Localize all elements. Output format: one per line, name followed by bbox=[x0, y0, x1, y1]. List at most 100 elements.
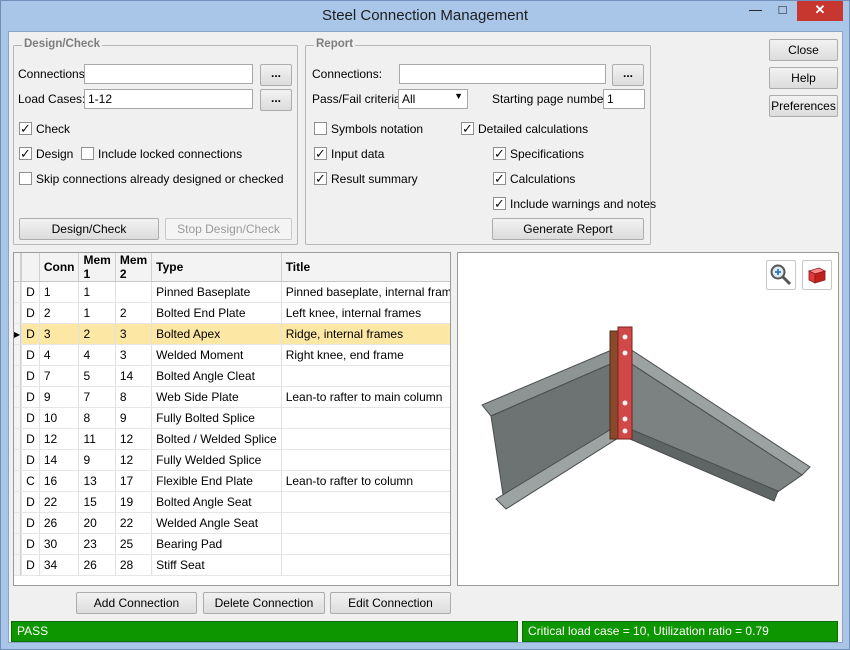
conn-cell[interactable]: 30 bbox=[39, 533, 80, 555]
type-cell[interactable]: Bolted Angle Cleat bbox=[151, 365, 282, 387]
3d-viewer[interactable] bbox=[457, 252, 839, 586]
specifications-checkbox[interactable]: ✓ bbox=[493, 147, 506, 160]
type-cell[interactable]: Web Side Plate bbox=[151, 386, 282, 408]
title-cell[interactable] bbox=[281, 491, 450, 513]
mem2-cell[interactable]: 22 bbox=[115, 512, 153, 534]
mem2-cell[interactable]: 28 bbox=[115, 554, 153, 576]
title-cell[interactable] bbox=[281, 512, 450, 534]
conn-cell[interactable]: 7 bbox=[39, 365, 80, 387]
title-cell[interactable]: Lean-to rafter to main column bbox=[281, 386, 450, 408]
mem1-cell[interactable]: 9 bbox=[78, 449, 116, 471]
title-cell[interactable]: Left knee, internal frames bbox=[281, 302, 450, 324]
start-page-input[interactable]: 1 bbox=[603, 89, 645, 109]
mem2-cell[interactable]: 9 bbox=[115, 407, 153, 429]
detailed-calcs-checkbox[interactable]: ✓ bbox=[461, 122, 474, 135]
3d-view-button[interactable] bbox=[802, 260, 832, 290]
table-row[interactable]: D 10 8 9 Fully Bolted Splice bbox=[14, 407, 450, 429]
flag-cell[interactable]: D bbox=[21, 407, 40, 429]
flag-cell[interactable]: D bbox=[21, 491, 40, 513]
mem2-cell[interactable]: 14 bbox=[115, 365, 153, 387]
table-row[interactable]: D 26 20 22 Welded Angle Seat bbox=[14, 512, 450, 534]
symbols-checkbox[interactable] bbox=[314, 122, 327, 135]
type-cell[interactable]: Bolted Apex bbox=[151, 323, 282, 345]
check-checkbox[interactable]: ✓ bbox=[19, 122, 32, 135]
flag-cell[interactable]: D bbox=[21, 512, 40, 534]
title-cell[interactable] bbox=[281, 554, 450, 576]
design-checkbox[interactable]: ✓ bbox=[19, 147, 32, 160]
mem1-cell[interactable]: 15 bbox=[78, 491, 116, 513]
skip-designed-checkbox[interactable] bbox=[19, 172, 32, 185]
generate-report-button[interactable]: Generate Report bbox=[492, 218, 644, 240]
zoom-button[interactable] bbox=[766, 260, 796, 290]
title-cell[interactable]: Right knee, end frame bbox=[281, 344, 450, 366]
dc-connections-input[interactable] bbox=[84, 64, 253, 84]
row-indicator[interactable] bbox=[14, 407, 22, 429]
table-row[interactable]: D 2 1 2 Bolted End Plate Left knee, internal … bbox=[14, 302, 450, 324]
edit-connection-button[interactable]: Edit Connection bbox=[330, 592, 451, 614]
type-cell[interactable]: Bolted End Plate bbox=[151, 302, 282, 324]
title-bar[interactable]: Steel Connection Management — □ ✕ bbox=[1, 1, 849, 31]
mem1-cell[interactable]: 23 bbox=[78, 533, 116, 555]
type-cell[interactable]: Welded Moment bbox=[151, 344, 282, 366]
row-indicator[interactable] bbox=[14, 512, 22, 534]
type-cell[interactable]: Bolted Angle Seat bbox=[151, 491, 282, 513]
table-row[interactable]: C 16 13 17 Flexible End Plate Lean-to rafter … bbox=[14, 470, 450, 492]
mem2-cell[interactable]: 17 bbox=[115, 470, 153, 492]
stop-design-check-button[interactable]: Stop Design/Check bbox=[165, 218, 292, 240]
table-row[interactable]: D 22 15 19 Bolted Angle Seat bbox=[14, 491, 450, 513]
col-header-type[interactable]: Type bbox=[151, 253, 282, 282]
row-indicator[interactable] bbox=[14, 428, 22, 450]
title-cell[interactable]: Pinned baseplate, internal frames bbox=[281, 281, 450, 303]
flag-cell[interactable]: D bbox=[21, 365, 40, 387]
table-row[interactable]: D 12 11 12 Bolted / Welded Splice bbox=[14, 428, 450, 450]
conn-cell[interactable]: 9 bbox=[39, 386, 80, 408]
dc-load-cases-browse-button[interactable]: ... bbox=[260, 89, 292, 111]
row-indicator[interactable] bbox=[14, 449, 22, 471]
mem1-cell[interactable]: 11 bbox=[78, 428, 116, 450]
type-cell[interactable]: Fully Bolted Splice bbox=[151, 407, 282, 429]
passfail-select[interactable]: All ▼ bbox=[398, 89, 468, 109]
conn-cell[interactable]: 22 bbox=[39, 491, 80, 513]
mem1-cell[interactable]: 13 bbox=[78, 470, 116, 492]
mem1-cell[interactable]: 1 bbox=[78, 281, 116, 303]
title-cell[interactable] bbox=[281, 449, 450, 471]
conn-cell[interactable]: 10 bbox=[39, 407, 80, 429]
type-cell[interactable]: Pinned Baseplate bbox=[151, 281, 282, 303]
type-cell[interactable]: Bolted / Welded Splice bbox=[151, 428, 282, 450]
conn-cell[interactable]: 16 bbox=[39, 470, 80, 492]
row-indicator[interactable] bbox=[14, 491, 22, 513]
mem2-cell[interactable]: 2 bbox=[115, 302, 153, 324]
row-indicator[interactable]: ▶ bbox=[14, 323, 22, 345]
mem1-cell[interactable]: 20 bbox=[78, 512, 116, 534]
mem1-cell[interactable]: 1 bbox=[78, 302, 116, 324]
flag-cell[interactable]: D bbox=[21, 344, 40, 366]
row-indicator[interactable] bbox=[14, 365, 22, 387]
row-indicator[interactable] bbox=[14, 302, 22, 324]
row-indicator[interactable] bbox=[14, 386, 22, 408]
col-header-mem1[interactable]: Mem 1 bbox=[78, 253, 116, 282]
row-indicator[interactable] bbox=[14, 470, 22, 492]
conn-cell[interactable]: 26 bbox=[39, 512, 80, 534]
mem2-cell[interactable]: 8 bbox=[115, 386, 153, 408]
table-row[interactable]: D 30 23 25 Bearing Pad bbox=[14, 533, 450, 555]
help-button[interactable]: Help bbox=[769, 67, 838, 89]
mem2-cell[interactable]: 12 bbox=[115, 449, 153, 471]
flag-cell[interactable]: D bbox=[21, 554, 40, 576]
title-cell[interactable]: Lean-to rafter to column bbox=[281, 470, 450, 492]
flag-cell[interactable]: D bbox=[21, 533, 40, 555]
title-cell[interactable] bbox=[281, 365, 450, 387]
dc-connections-browse-button[interactable]: ... bbox=[260, 64, 292, 86]
calculations-checkbox[interactable]: ✓ bbox=[493, 172, 506, 185]
table-row[interactable]: D 7 5 14 Bolted Angle Cleat bbox=[14, 365, 450, 387]
add-connection-button[interactable]: Add Connection bbox=[76, 592, 197, 614]
row-indicator[interactable] bbox=[14, 344, 22, 366]
mem2-cell[interactable]: 3 bbox=[115, 344, 153, 366]
type-cell[interactable]: Fully Welded Splice bbox=[151, 449, 282, 471]
row-indicator[interactable] bbox=[14, 533, 22, 555]
title-cell[interactable] bbox=[281, 428, 450, 450]
mem1-cell[interactable]: 4 bbox=[78, 344, 116, 366]
minimize-button[interactable]: — bbox=[742, 1, 769, 21]
col-header-title[interactable]: Title bbox=[281, 253, 450, 282]
mem1-cell[interactable]: 7 bbox=[78, 386, 116, 408]
preferences-button[interactable]: Preferences bbox=[769, 95, 838, 117]
